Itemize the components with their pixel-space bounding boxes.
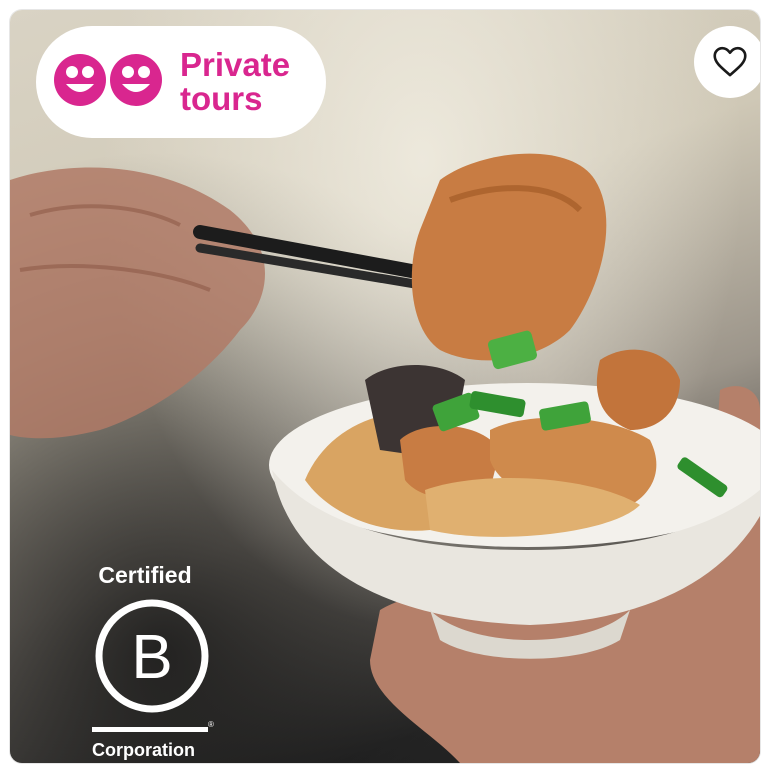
badge-label-line2: tours xyxy=(180,80,263,117)
smiley-faces-icon xyxy=(54,54,162,106)
b-corp-circle-icon: B xyxy=(95,599,209,713)
cert-bottom-label: Corporation xyxy=(92,740,195,760)
tour-card-image[interactable]: Private tours Certified B ® Corporation xyxy=(10,10,760,763)
registered-mark: ® xyxy=(208,720,214,729)
cert-top-label: Certified xyxy=(98,562,192,588)
b-corp-logo: Certified B ® Corporation xyxy=(80,562,214,762)
heart-outline-icon xyxy=(713,46,747,77)
favorite-button[interactable] xyxy=(694,26,760,98)
cert-letter: B xyxy=(131,623,172,692)
badge-label-line1: Private xyxy=(180,46,291,83)
private-tours-badge: Private tours xyxy=(36,26,326,138)
badge-label: Private tours xyxy=(180,48,290,116)
cert-divider xyxy=(92,727,208,732)
